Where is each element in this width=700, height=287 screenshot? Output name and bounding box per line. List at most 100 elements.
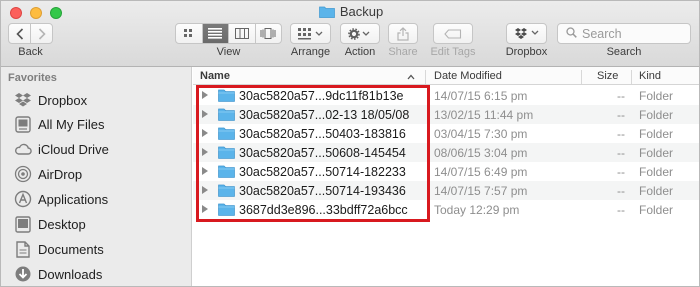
- list-view-button[interactable]: [202, 24, 229, 43]
- action-label: Action: [344, 46, 376, 58]
- table-row[interactable]: 30ac5820a57...50608-145454 08/06/15 3:04 …: [193, 143, 699, 162]
- row-size: --: [617, 203, 625, 217]
- applications-icon: [14, 190, 32, 208]
- sidebar-section-header: Favorites: [8, 72, 57, 84]
- row-size: --: [617, 127, 625, 141]
- folder-icon: [218, 164, 235, 181]
- table-row[interactable]: 3687dd3e896...33bdff72a6bcc Today 12:29 p…: [193, 200, 699, 219]
- dropbox-menu-button[interactable]: [506, 23, 547, 44]
- disclosure-triangle-icon[interactable]: [202, 186, 208, 194]
- table-row[interactable]: 30ac5820a57...50714-193436 14/07/15 7:57 …: [193, 181, 699, 200]
- sidebar-item-downloads[interactable]: Downloads: [14, 263, 102, 285]
- folder-icon: [318, 6, 335, 18]
- table-row[interactable]: 30ac5820a57...50403-183816 03/04/15 7:30 …: [193, 124, 699, 143]
- column-header-name[interactable]: Name: [200, 70, 230, 82]
- row-date-modified: 14/07/15 7:57 pm: [434, 184, 528, 198]
- sidebar-item-label: AirDrop: [38, 166, 83, 182]
- column-divider[interactable]: [425, 70, 426, 84]
- arrange-button[interactable]: [290, 23, 331, 44]
- window-title-text: Backup: [339, 4, 384, 19]
- search-input[interactable]: Search: [557, 23, 691, 44]
- view-segmented-control[interactable]: [175, 23, 282, 44]
- row-name: 30ac5820a57...50714-182233: [239, 165, 406, 179]
- column-view-button[interactable]: [229, 24, 256, 43]
- row-date-modified: 13/02/15 11:44 pm: [434, 108, 534, 122]
- edit-tags-button[interactable]: [433, 23, 473, 44]
- column-divider[interactable]: [631, 70, 632, 84]
- row-kind: Folder: [639, 203, 674, 217]
- disclosure-triangle-icon[interactable]: [202, 129, 208, 137]
- row-name: 30ac5820a57...02-13 18/05/08: [239, 108, 410, 122]
- back-label: Back: [18, 46, 43, 58]
- row-kind: Folder: [639, 184, 674, 198]
- sidebar-item-label: Dropbox: [38, 92, 88, 108]
- search-label: Search: [606, 46, 642, 58]
- column-header-kind[interactable]: Kind: [639, 70, 661, 82]
- downloads-icon: [14, 265, 32, 283]
- sidebar-item-all-my-files[interactable]: All My Files: [14, 113, 104, 135]
- arrange-label: Arrange: [290, 46, 331, 58]
- table-row[interactable]: 30ac5820a57...02-13 18/05/08 13/02/15 11:…: [193, 105, 699, 124]
- sidebar-item-label: Documents: [38, 241, 104, 257]
- row-kind: Folder: [639, 165, 674, 179]
- disclosure-triangle-icon[interactable]: [202, 91, 208, 99]
- documents-icon: [14, 240, 32, 258]
- row-date-modified: 14/07/15 6:49 pm: [434, 165, 528, 179]
- folder-icon: [218, 107, 235, 124]
- folder-icon: [218, 145, 235, 162]
- finder-window: Backup Back View Arrange Action Share Ed…: [0, 0, 700, 287]
- forward-button[interactable]: [30, 23, 53, 44]
- sidebar-item-icloud-drive[interactable]: iCloud Drive: [14, 138, 109, 160]
- share-label: Share: [388, 46, 418, 58]
- table-row[interactable]: 30ac5820a57...9dc11f81b13e 14/07/15 6:15 …: [193, 86, 699, 105]
- row-size: --: [617, 184, 625, 198]
- sidebar-item-airdrop[interactable]: AirDrop: [14, 163, 82, 185]
- file-list: Name Date Modified Size Kind 30ac5820a57…: [193, 67, 699, 286]
- row-kind: Folder: [639, 146, 674, 160]
- dropbox-icon: [514, 28, 538, 39]
- dropbox-icon: [14, 91, 32, 109]
- airdrop-icon: [14, 165, 32, 183]
- chevron-right-icon: [38, 27, 46, 40]
- folder-icon: [218, 202, 235, 219]
- folder-icon: [218, 88, 235, 105]
- tag-icon: [444, 28, 462, 39]
- row-size: --: [617, 165, 625, 179]
- table-row[interactable]: 30ac5820a57...50714-182233 14/07/15 6:49 …: [193, 162, 699, 181]
- column-header-bar: Name Date Modified Size Kind: [193, 67, 699, 85]
- sidebar: Favorites Dropbox All My Files iCloud Dr…: [1, 67, 192, 286]
- icon-view-button[interactable]: [176, 24, 203, 43]
- row-name: 30ac5820a57...50714-193436: [239, 184, 406, 198]
- sidebar-item-dropbox[interactable]: Dropbox: [14, 89, 87, 111]
- disclosure-triangle-icon[interactable]: [202, 205, 208, 213]
- sidebar-item-applications[interactable]: Applications: [14, 188, 108, 210]
- folder-icon: [218, 183, 235, 200]
- sidebar-item-label: Desktop: [38, 216, 86, 232]
- dropbox-label: Dropbox: [505, 46, 548, 58]
- column-header-size[interactable]: Size: [597, 70, 618, 82]
- sidebar-item-label: Applications: [38, 191, 109, 207]
- disclosure-triangle-icon[interactable]: [202, 167, 208, 175]
- folder-icon: [218, 126, 235, 143]
- row-date-modified: Today 12:29 pm: [434, 203, 520, 217]
- view-label: View: [216, 46, 241, 58]
- column-header-date-modified[interactable]: Date Modified: [434, 70, 502, 82]
- sidebar-item-label: iCloud Drive: [38, 141, 109, 157]
- disclosure-triangle-icon[interactable]: [202, 148, 208, 156]
- sidebar-item-documents[interactable]: Documents: [14, 238, 104, 260]
- row-name: 30ac5820a57...9dc11f81b13e: [239, 89, 404, 103]
- column-divider[interactable]: [581, 70, 582, 84]
- share-button[interactable]: [388, 23, 418, 44]
- row-size: --: [617, 108, 625, 122]
- arrange-icon: [297, 27, 322, 39]
- cover-flow-view-button[interactable]: [256, 24, 282, 43]
- sidebar-item-desktop[interactable]: Desktop: [14, 213, 86, 235]
- cover-flow-icon: [260, 28, 276, 39]
- sidebar-item-label: Downloads: [38, 266, 103, 282]
- list-icon: [208, 28, 223, 39]
- edit-tags-label: Edit Tags: [430, 46, 476, 58]
- back-button[interactable]: [8, 23, 31, 44]
- action-button[interactable]: [340, 23, 380, 44]
- disclosure-triangle-icon[interactable]: [202, 110, 208, 118]
- row-name: 30ac5820a57...50608-145454: [239, 146, 406, 160]
